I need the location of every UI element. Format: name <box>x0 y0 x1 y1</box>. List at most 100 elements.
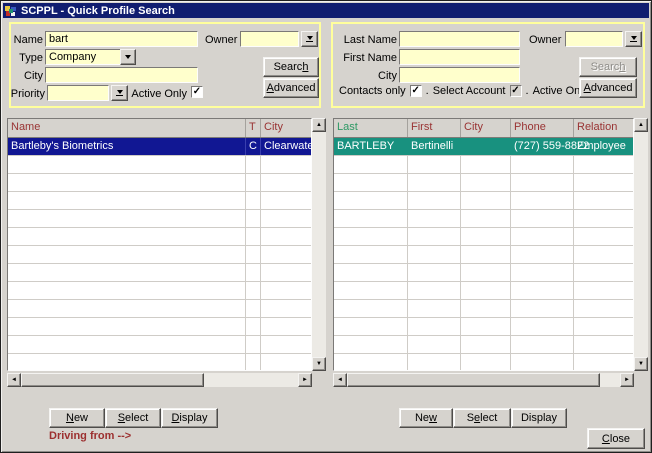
scroll-down-button[interactable]: ▼ <box>634 357 648 371</box>
combo-down-icon <box>117 90 123 94</box>
table-row[interactable] <box>334 300 633 318</box>
name-input[interactable] <box>45 31 198 47</box>
contact-select-button[interactable]: Select <box>453 408 511 428</box>
first-name-label: First Name <box>337 52 397 64</box>
city-input[interactable] <box>45 67 198 83</box>
table-row[interactable] <box>8 156 311 174</box>
up-arrow-icon: ▲ <box>638 122 644 128</box>
company-search-panel: Name Owner Type Company City Priority Ac… <box>9 22 321 108</box>
close-button[interactable]: Close <box>587 428 645 449</box>
owner-input[interactable] <box>240 31 299 47</box>
table-row[interactable] <box>334 318 633 336</box>
right-arrow-icon: ► <box>624 377 630 383</box>
table-row-selected[interactable]: Bartleby's Biometrics C Clearwater <box>8 138 311 156</box>
column-header-phone: Phone <box>511 119 574 137</box>
app-icon <box>5 5 17 17</box>
company-table-horizontal-scrollbar[interactable]: ◄ ► <box>7 373 312 387</box>
scroll-right-button[interactable]: ► <box>298 373 312 387</box>
right-arrow-icon: ► <box>302 377 308 383</box>
table-row[interactable] <box>8 300 311 318</box>
contact-table-horizontal-scrollbar[interactable]: ◄ ► <box>333 373 634 387</box>
city-input[interactable] <box>399 67 520 83</box>
contacts-only-checkbox[interactable]: ✓ <box>410 85 422 97</box>
city-label: City <box>11 70 43 82</box>
owner-lov-button[interactable] <box>301 31 318 47</box>
table-row[interactable] <box>8 192 311 210</box>
scroll-up-button[interactable]: ▲ <box>312 118 326 132</box>
scroll-left-button[interactable]: ◄ <box>333 373 347 387</box>
table-row[interactable] <box>8 336 311 354</box>
owner-lov-button[interactable] <box>625 31 642 47</box>
owner-label: Owner <box>529 34 561 46</box>
separator-dot: . <box>426 85 429 97</box>
cell-first: Bertinelli <box>408 138 461 155</box>
table-row[interactable] <box>334 282 633 300</box>
table-row[interactable] <box>334 228 633 246</box>
table-row[interactable] <box>8 246 311 264</box>
left-arrow-icon: ◄ <box>11 377 17 383</box>
company-display-button[interactable]: Display <box>161 408 218 428</box>
contact-new-button[interactable]: New <box>399 408 453 428</box>
cell-city: Clearwater <box>261 138 311 155</box>
table-row[interactable] <box>334 246 633 264</box>
column-header-t: T <box>246 119 261 137</box>
table-row[interactable] <box>334 210 633 228</box>
check-icon: ✓ <box>193 87 201 97</box>
table-row[interactable] <box>334 336 633 354</box>
table-row[interactable] <box>8 282 311 300</box>
owner-input[interactable] <box>565 31 623 47</box>
table-row[interactable] <box>8 228 311 246</box>
left-arrow-icon: ◄ <box>337 377 343 383</box>
company-new-button[interactable]: New <box>49 408 105 428</box>
priority-input[interactable] <box>47 85 109 101</box>
table-row[interactable] <box>8 174 311 192</box>
down-arrow-icon: ▼ <box>316 361 322 367</box>
combo-underline <box>306 41 313 42</box>
table-row[interactable] <box>334 354 633 371</box>
first-name-input[interactable] <box>399 49 520 65</box>
type-label: Type <box>11 52 43 64</box>
scroll-up-button[interactable]: ▲ <box>634 118 648 132</box>
priority-lov-button[interactable] <box>111 85 128 101</box>
separator-dot: . <box>526 85 529 97</box>
contact-search-panel: Last Name Owner First Name City Contacts… <box>331 22 645 108</box>
select-account-checkbox[interactable]: ✓ <box>510 85 522 97</box>
table-row-selected[interactable]: BARTLEBY Bertinelli (727) 559-8822 Emplo… <box>334 138 633 156</box>
search-button[interactable]: Search <box>263 57 319 77</box>
city-label: City <box>337 70 397 82</box>
type-dropdown[interactable]: Company <box>45 49 136 65</box>
table-row[interactable] <box>334 156 633 174</box>
title-bar[interactable]: SCPPL - Quick Profile Search <box>3 3 649 18</box>
column-header-relation: Relation <box>574 119 633 137</box>
table-row[interactable] <box>334 192 633 210</box>
type-dropdown-button[interactable] <box>120 49 136 65</box>
contact-table-vertical-scrollbar[interactable]: ▲ ▼ <box>634 118 648 371</box>
contact-display-button[interactable]: Display <box>511 408 567 428</box>
company-select-button[interactable]: Select <box>105 408 161 428</box>
scroll-right-button[interactable]: ► <box>620 373 634 387</box>
table-row[interactable] <box>8 318 311 336</box>
scrollbar-thumb[interactable] <box>21 373 204 387</box>
check-icon: ✓ <box>411 86 419 96</box>
advanced-button[interactable]: Advanced <box>579 78 637 98</box>
contact-results-table: Last First City Phone Relation BARTLEBY … <box>333 118 634 371</box>
contacts-only-label: Contacts only <box>339 85 406 97</box>
scrollbar-thumb[interactable] <box>347 373 600 387</box>
table-row[interactable] <box>8 210 311 228</box>
name-label: Name <box>11 34 43 46</box>
cell-phone: (727) 559-8822 <box>511 138 574 155</box>
scroll-left-button[interactable]: ◄ <box>7 373 21 387</box>
table-row[interactable] <box>334 174 633 192</box>
table-row[interactable] <box>8 264 311 282</box>
last-name-label: Last Name <box>337 34 397 46</box>
active-only-checkbox[interactable]: ✓ <box>191 86 203 98</box>
combo-down-icon <box>631 36 637 40</box>
table-header-row: Name T City <box>8 119 311 138</box>
last-name-input[interactable] <box>399 31 520 47</box>
table-row[interactable] <box>8 354 311 371</box>
table-row[interactable] <box>334 264 633 282</box>
cell-name: Bartleby's Biometrics <box>8 138 246 155</box>
scroll-down-button[interactable]: ▼ <box>312 357 326 371</box>
advanced-button[interactable]: Advanced <box>263 78 319 98</box>
company-table-vertical-scrollbar[interactable]: ▲ ▼ <box>312 118 326 371</box>
